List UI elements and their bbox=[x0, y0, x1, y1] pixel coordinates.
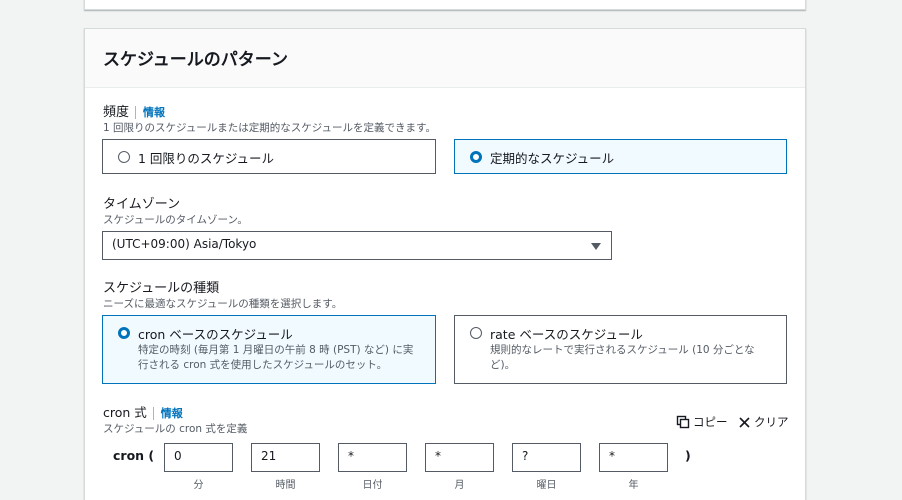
cron-based-desc-line1: 特定の時刻 (毎月第 1 月曜日の午前 8 時 (PST) など) に実 bbox=[138, 344, 414, 356]
caret-down-icon bbox=[591, 243, 601, 250]
cron-based-desc-line2: 行される cron 式を使用したスケジュールのセット。 bbox=[138, 359, 388, 371]
cron-description: スケジュールの cron 式を定義 bbox=[103, 423, 248, 435]
cron-hours-input[interactable]: 21 bbox=[251, 443, 320, 472]
cron-based-label: cron ベースのスケジュール bbox=[138, 327, 293, 342]
schedule-type-description: ニーズに最適なスケジュールの種類を選択します。 bbox=[103, 298, 343, 310]
frequency-info-link[interactable]: 情報 bbox=[135, 106, 166, 119]
cron-minutes-sublabel: 分 bbox=[193, 480, 204, 491]
cron-day-of-month-sublabel: 日付 bbox=[362, 480, 383, 491]
cron-day-of-week-sublabel: 曜日 bbox=[536, 480, 557, 491]
cron-month-value: * bbox=[435, 449, 441, 463]
frequency-label-row: 頻度 情報 bbox=[103, 101, 166, 120]
cron-suffix: ) bbox=[685, 448, 691, 463]
cron-hours-sublabel: 時間 bbox=[275, 480, 296, 491]
copy-label: コピー bbox=[693, 415, 728, 429]
timezone-select[interactable]: (UTC+09:00) Asia/Tokyo bbox=[102, 231, 612, 260]
one-time-label: 1 回限りのスケジュール bbox=[138, 151, 275, 166]
schedule-type-label: スケジュールの種類 bbox=[103, 281, 220, 296]
cron-year-input[interactable]: * bbox=[599, 443, 668, 472]
previous-panel bbox=[84, 0, 806, 10]
cron-based-radio[interactable] bbox=[118, 327, 130, 339]
cron-label: cron 式 bbox=[103, 405, 147, 420]
cron-day-of-month-input[interactable]: * bbox=[338, 443, 407, 472]
recurring-radio[interactable] bbox=[470, 151, 482, 163]
rate-based-option[interactable]: rate ベースのスケジュール 規則的なレートで実行されるスケジュール (10 … bbox=[454, 315, 787, 384]
timezone-description: スケジュールのタイムゾーン。 bbox=[103, 214, 248, 226]
cron-year-sublabel: 年 bbox=[628, 480, 639, 491]
cron-based-option[interactable]: cron ベースのスケジュール 特定の時刻 (毎月第 1 月曜日の午前 8 時 … bbox=[102, 315, 436, 384]
cron-day-of-month-value: * bbox=[348, 449, 354, 463]
cron-day-of-week-value: ? bbox=[522, 449, 529, 463]
cron-day-of-week-input[interactable]: ? bbox=[512, 443, 581, 472]
recurring-label: 定期的なスケジュール bbox=[490, 151, 615, 166]
cron-minutes-input[interactable]: 0 bbox=[164, 443, 233, 472]
frequency-label: 頻度 bbox=[103, 105, 130, 120]
cron-minutes-value: 0 bbox=[174, 449, 182, 463]
close-icon bbox=[739, 416, 750, 428]
rate-based-label: rate ベースのスケジュール bbox=[490, 327, 643, 342]
frequency-description: 1 回限りのスケジュールまたは定期的なスケジュールを定義できます。 bbox=[103, 122, 436, 134]
rate-based-desc-line2: ど)。 bbox=[490, 359, 516, 371]
clear-label: クリア bbox=[754, 415, 789, 429]
panel-title: スケジュールのパターン bbox=[103, 50, 288, 70]
cron-month-input[interactable]: * bbox=[425, 443, 494, 472]
timezone-value: (UTC+09:00) Asia/Tokyo bbox=[112, 237, 257, 251]
copy-button[interactable]: コピー bbox=[676, 414, 728, 430]
cron-label-row: cron 式情報 bbox=[103, 402, 183, 421]
recurring-schedule-option[interactable]: 定期的なスケジュール bbox=[454, 139, 787, 174]
cron-prefix: cron ( bbox=[113, 448, 155, 463]
cron-info-link[interactable]: 情報 bbox=[152, 407, 183, 420]
cron-year-value: * bbox=[609, 449, 615, 463]
rate-based-radio[interactable] bbox=[470, 327, 482, 339]
one-time-radio[interactable] bbox=[118, 151, 130, 163]
clear-button[interactable]: クリア bbox=[738, 414, 789, 430]
rate-based-desc-line1: 規則的なレートで実行されるスケジュール (10 分ごとな bbox=[490, 344, 755, 356]
panel-header: スケジュールのパターン bbox=[85, 29, 805, 88]
cron-hours-value: 21 bbox=[261, 449, 277, 463]
timezone-label: タイムゾーン bbox=[103, 197, 181, 212]
one-time-schedule-option[interactable]: 1 回限りのスケジュール bbox=[102, 139, 436, 174]
cron-month-sublabel: 月 bbox=[454, 480, 465, 491]
copy-icon bbox=[676, 415, 690, 429]
